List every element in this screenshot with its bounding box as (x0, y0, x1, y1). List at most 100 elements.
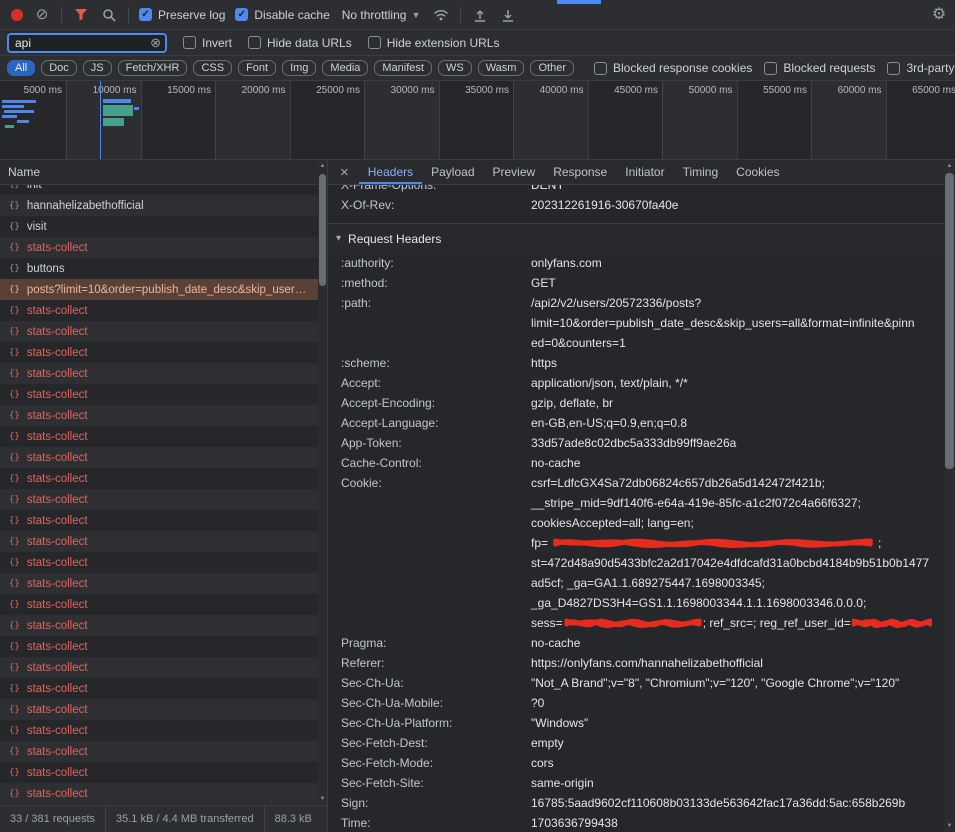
details-scrollbar[interactable]: ▲ ▼ (944, 160, 955, 832)
disable-cache-checkbox[interactable]: Disable cache (235, 8, 329, 22)
request-row[interactable]: {}stats-collect (0, 699, 318, 720)
tab-preview[interactable]: Preview (484, 160, 545, 184)
request-row[interactable]: {}stats-collect (0, 573, 318, 594)
fetch-xhr-icon: {} (9, 327, 20, 337)
hide-data-urls-checkbox[interactable]: Hide data URLs (248, 36, 352, 50)
request-row[interactable]: {}stats-collect (0, 468, 318, 489)
type-filter-fetch-xhr[interactable]: Fetch/XHR (118, 60, 188, 76)
header-name: :method: (341, 273, 531, 293)
type-filter-font[interactable]: Font (238, 60, 276, 76)
tab-initiator[interactable]: Initiator (616, 160, 673, 184)
tab-payload[interactable]: Payload (422, 160, 483, 184)
filter-icon[interactable] (72, 6, 90, 24)
request-row[interactable]: {}stats-collect (0, 321, 318, 342)
request-headers-section-header[interactable]: ▾ Request Headers (328, 223, 944, 253)
header-value: "Windows" (531, 713, 944, 733)
request-name: stats-collect (27, 662, 88, 674)
request-row[interactable]: {}stats-collect (0, 237, 318, 258)
request-row[interactable]: {}stats-collect (0, 300, 318, 321)
request-row-selected[interactable]: {}posts?limit=10&order=publish_date_desc… (0, 279, 318, 300)
request-row[interactable]: {}stats-collect (0, 510, 318, 531)
overview-timeline[interactable]: 5000 ms10000 ms15000 ms20000 ms25000 ms3… (0, 81, 955, 160)
request-name: stats-collect (27, 683, 88, 695)
scroll-down-icon[interactable]: ▼ (318, 794, 327, 804)
waterfall-bar (2, 100, 36, 103)
throttling-dropdown[interactable]: No throttling ▼ (340, 8, 423, 22)
tab-cookies[interactable]: Cookies (727, 160, 788, 184)
header-row: Sec-Ch-Ua-Platform:"Windows" (328, 713, 944, 733)
type-filter-css[interactable]: CSS (193, 60, 232, 76)
request-row[interactable]: {}stats-collect (0, 741, 318, 762)
request-row[interactable]: {}stats-collect (0, 720, 318, 741)
header-row: Sign:16785:5aad9602cf110608b03133de56364… (328, 793, 944, 813)
type-filter-all[interactable]: All (7, 60, 35, 76)
invert-checkbox[interactable]: Invert (183, 36, 232, 50)
preserve-log-checkbox[interactable]: Preserve log (139, 8, 225, 22)
request-row[interactable]: {}stats-collect (0, 657, 318, 678)
blocked-response-cookies-checkbox[interactable]: Blocked response cookies (594, 61, 752, 75)
export-har-icon[interactable] (499, 6, 517, 24)
request-name: buttons (27, 263, 65, 275)
hide-extension-urls-checkbox[interactable]: Hide extension URLs (368, 36, 500, 50)
request-row[interactable]: {}stats-collect (0, 552, 318, 573)
request-row[interactable]: {}stats-collect (0, 363, 318, 384)
request-row[interactable]: {}stats-collect (0, 489, 318, 510)
tab-headers[interactable]: Headers (359, 160, 422, 184)
header-name: Sec-Ch-Ua-Mobile: (341, 693, 531, 713)
tab-response[interactable]: Response (544, 160, 616, 184)
request-row[interactable]: {}stats-collect (0, 531, 318, 552)
scroll-down-icon[interactable]: ▼ (944, 821, 955, 831)
waterfall-bar (134, 107, 139, 110)
import-har-icon[interactable] (471, 6, 489, 24)
scroll-up-icon[interactable]: ▲ (944, 161, 955, 171)
request-row[interactable]: {} stats-collect (0, 678, 318, 699)
network-conditions-icon[interactable] (432, 6, 450, 24)
search-icon[interactable] (100, 6, 118, 24)
request-row[interactable]: {}stats-collect (0, 342, 318, 363)
third-party-requests-checkbox[interactable]: 3rd-party requests (887, 61, 955, 75)
clear-icon[interactable]: ⊘ (33, 6, 51, 24)
request-row[interactable]: {}init (0, 185, 318, 195)
type-filter-media[interactable]: Media (322, 60, 368, 76)
clear-filter-icon[interactable]: ⊗ (150, 36, 161, 49)
fetch-xhr-icon: {} (9, 684, 20, 694)
filter-input-box[interactable]: ⊗ (7, 33, 167, 53)
request-name: stats-collect (27, 242, 88, 254)
type-filter-js[interactable]: JS (83, 60, 112, 76)
request-row[interactable]: {}visit (0, 216, 318, 237)
details-tabs: HeadersPayloadPreviewResponseInitiatorTi… (359, 160, 789, 184)
blocked-requests-label: Blocked requests (783, 61, 875, 75)
settings-gear-icon[interactable]: ⚙ (930, 6, 948, 24)
overview-tick-label: 40000 ms (516, 85, 584, 96)
type-filter-wasm[interactable]: Wasm (478, 60, 525, 76)
tab-timing[interactable]: Timing (674, 160, 728, 184)
request-row[interactable]: {}stats-collect (0, 594, 318, 615)
requests-scrollbar[interactable]: ▲ ▼ (318, 160, 327, 805)
requests-scrollbar-thumb[interactable] (319, 174, 326, 286)
request-row[interactable]: {}stats-collect (0, 447, 318, 468)
type-filter-other[interactable]: Other (530, 60, 574, 76)
type-filter-doc[interactable]: Doc (41, 60, 77, 76)
request-row[interactable]: {}stats-collect (0, 783, 318, 804)
close-details-icon[interactable]: × (328, 160, 359, 184)
request-row[interactable]: {}stats-collect (0, 615, 318, 636)
details-scrollbar-thumb[interactable] (945, 173, 954, 469)
request-row[interactable]: {}buttons (0, 258, 318, 279)
type-filter-ws[interactable]: WS (438, 60, 472, 76)
scroll-up-icon[interactable]: ▲ (318, 161, 327, 171)
fetch-xhr-icon: {} (9, 705, 20, 715)
request-row[interactable]: {}stats-collect (0, 762, 318, 783)
record-icon[interactable] (11, 9, 23, 21)
request-row[interactable]: {}hannahelizabethofficial (0, 195, 318, 216)
type-filter-manifest[interactable]: Manifest (374, 60, 432, 76)
type-filter-img[interactable]: Img (282, 60, 316, 76)
name-column-header[interactable]: Name (0, 160, 327, 185)
request-row[interactable]: {}stats-collect (0, 405, 318, 426)
blocked-requests-checkbox[interactable]: Blocked requests (764, 61, 875, 75)
request-row[interactable]: {}stats-collect (0, 636, 318, 657)
request-row[interactable]: {}stats-collect (0, 426, 318, 447)
request-row[interactable]: {}stats-collect (0, 384, 318, 405)
filter-input[interactable] (15, 36, 150, 50)
request-name: stats-collect (27, 536, 88, 548)
fetch-xhr-icon: {} (9, 558, 20, 568)
